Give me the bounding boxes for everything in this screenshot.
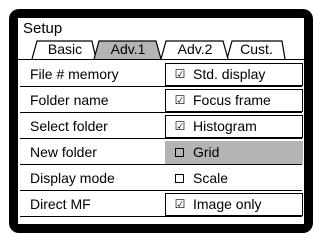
- menu-panel: File # memory Folder name Select folder …: [18, 59, 304, 224]
- box-icon: [175, 148, 184, 157]
- option-histogram[interactable]: ☑ Histogram: [165, 115, 303, 138]
- option-image-only[interactable]: ☑ Image only: [165, 193, 303, 216]
- tab-adv1[interactable]: Adv.1: [100, 41, 156, 57]
- menu-item-new-folder[interactable]: New folder: [30, 140, 160, 165]
- menu-item-select-folder[interactable]: Select folder: [30, 114, 160, 139]
- row-divider: [20, 138, 302, 139]
- setup-screen: Setup Basic Adv.1 Adv.2 Cust. File # mem…: [18, 18, 304, 224]
- check-icon: ☑: [174, 67, 186, 81]
- option-label: Std. display: [193, 66, 266, 82]
- menu-item-display-mode[interactable]: Display mode: [30, 166, 160, 191]
- option-label: Image only: [193, 196, 262, 212]
- option-label: Grid: [193, 144, 220, 160]
- menu-item-direct-mf[interactable]: Direct MF: [30, 192, 160, 217]
- tab-basic[interactable]: Basic: [38, 41, 92, 57]
- check-icon: ☑: [174, 119, 186, 133]
- check-icon: ☑: [174, 197, 186, 211]
- row-divider: [20, 164, 302, 165]
- box-icon: [175, 174, 184, 183]
- menu-item-folder-name[interactable]: Folder name: [30, 88, 160, 113]
- row-divider: [20, 112, 302, 113]
- option-label: Scale: [193, 170, 229, 186]
- row-divider: [20, 190, 302, 191]
- option-label: Histogram: [193, 118, 257, 134]
- tab-cust[interactable]: Cust.: [231, 41, 282, 57]
- menu-item-file-memory[interactable]: File # memory: [30, 62, 160, 87]
- row-divider: [20, 216, 302, 217]
- option-std-display[interactable]: ☑ Std. display: [165, 63, 303, 86]
- option-focus-frame[interactable]: ☑ Focus frame: [165, 89, 303, 112]
- option-grid[interactable]: Grid: [165, 141, 303, 164]
- row-divider: [20, 86, 302, 87]
- tab-adv2[interactable]: Adv.2: [167, 41, 223, 57]
- check-icon: ☑: [174, 93, 186, 107]
- option-label: Focus frame: [193, 92, 271, 108]
- tab-bar: Basic Adv.1 Adv.2 Cust.: [18, 18, 304, 60]
- option-scale[interactable]: Scale: [165, 167, 303, 190]
